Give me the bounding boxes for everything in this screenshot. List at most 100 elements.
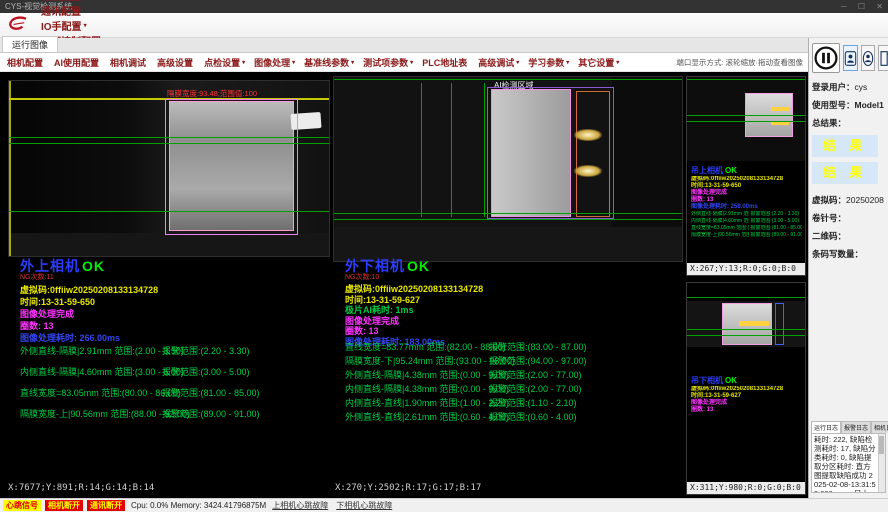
menu-item[interactable]: IO手配置▾ [41, 18, 106, 33]
window-controls: ─ ☐ ✕ [832, 0, 883, 13]
baseline-green-2 [687, 121, 805, 122]
measure-text: 内侧直线-隔膜|4.60mm 范围:(3.00 - 6.00) [691, 218, 749, 225]
chevron-down-icon: ▾ [410, 59, 413, 66]
scrollbar-thumb[interactable] [879, 436, 884, 454]
toolbar-button[interactable]: 图像处理▾ [254, 56, 295, 69]
field-row: 条码写数量： [812, 248, 885, 260]
measurement-rows-mini: 外侧直线-隔膜|2.91mm 范围:(2.00 - 3.50) 报警范围:(2.… [691, 211, 803, 239]
user-fields: 登录用户：cys 使用型号：Model1 总结果： [809, 76, 888, 129]
field-label: 虚拟码： [812, 195, 846, 205]
field-value: cys [855, 82, 868, 92]
fault-links: 上相机心跳故障下相机心跳故障 [272, 500, 392, 511]
camera-view-outer-lower[interactable]: AI检测区域 [333, 76, 683, 262]
toolbar-button[interactable]: 高级设置 [157, 56, 195, 69]
field-row: 使用型号：Model1 [812, 99, 885, 111]
status-badges: 心跳信号相机断开通讯断开 [3, 500, 125, 511]
camera-panel-hang-lower: 吊下相机OK 虚拟码:0ffiiw20250208133134728时间:13-… [686, 282, 806, 495]
measure-text: 外侧直线-隔膜|4.38mm 范围:(0.00 - 9.00) [345, 368, 509, 381]
status-ok: OK [725, 376, 737, 385]
field-row: 二维码： [812, 230, 885, 242]
toolbar-button-label: 测试项参数 [363, 56, 408, 69]
fault-link[interactable]: 下相机心跳故障 [336, 500, 392, 511]
operator-button[interactable] [861, 45, 875, 71]
pixel-coords-hang-lower: X:311;Y:980;R:0;G:0;B:0 [687, 482, 805, 494]
menu-item[interactable]: 通讯配置 [41, 3, 106, 18]
login-user-button[interactable] [843, 45, 858, 71]
field-label: 条码写数量： [812, 249, 863, 259]
toolbar-button-label: PLC地址表 [422, 56, 467, 69]
chevron-down-icon: ▾ [292, 59, 295, 66]
camera-name: 吊下相机 [691, 376, 723, 385]
toolbar-button[interactable]: 其它设置▾ [578, 56, 619, 69]
alarm-range-text: 报警范围:(2.00 - 77.00) [489, 382, 582, 395]
alarm-range-text: 报警范围:(2.00 - 77.00) [489, 368, 582, 381]
log-tab[interactable]: 相机日志 [871, 421, 888, 433]
status-badge: 相机断开 [45, 500, 83, 511]
status-ok: OK [407, 258, 430, 274]
maximize-icon[interactable]: ☐ [858, 2, 865, 11]
info-line: 时间:13-31-59-650 [691, 183, 803, 190]
status-ok: OK [725, 166, 737, 175]
alarm-range-text: 报警范围:(89.00 - 91.00) [162, 407, 260, 420]
toolbar-button[interactable]: 基准线参数▾ [304, 56, 354, 69]
close-icon[interactable]: ✕ [876, 2, 883, 11]
result-badge: 结 果 [812, 162, 878, 184]
alarm-range-text: 报警范围:(2.20 - 3.30) [750, 211, 802, 218]
info-line: 图像处理完成 [345, 316, 483, 327]
app-window: CYS-视觉检测系统 ─ ☐ ✕ 系统配置 相机配置 通讯配置 IO手配置▾ 光 [0, 0, 888, 522]
minimize-icon[interactable]: ─ [841, 2, 847, 11]
log-tab[interactable]: 报警日志 [841, 421, 871, 433]
fault-link[interactable]: 上相机心跳故障 [272, 500, 328, 511]
toolbar-button[interactable]: AI使用配置 [54, 56, 101, 69]
log-tab[interactable]: 运行日志 [811, 421, 841, 433]
user-card-icon [844, 49, 857, 68]
window-title: CYS-视觉检测系统 [5, 0, 832, 13]
toolbar-button[interactable]: 点检设置▾ [204, 56, 245, 69]
info-line: 虚拟码:0ffiiw20250208133134728 [691, 176, 803, 183]
baseline-vertical-1 [421, 83, 422, 217]
tab-run-image[interactable]: 运行图像 [2, 36, 58, 52]
toolbar-button[interactable]: 相机调试 [110, 56, 148, 69]
camera-view-hang-upper[interactable] [687, 77, 805, 161]
cpu-memory-readout: Cpu: 0.0% Memory: 3424.41796875M [131, 501, 266, 510]
pixel-coords-left: X:7677;Y:891;R:14;G:14;B:14 [8, 483, 154, 493]
field-label: 使用型号： [812, 100, 855, 110]
field-row: 总结果： [812, 117, 885, 129]
toolbar-button[interactable]: PLC地址表 [422, 56, 469, 69]
baseline-vertical-3 [484, 83, 485, 217]
field-row: 虚拟码：20250208 [812, 194, 885, 206]
info-line: 圈数: 13 [691, 197, 803, 204]
log-tabs: 运行日志 报警日志 相机日志 [811, 421, 886, 433]
alarm-range-text: 报警范围:(0.60 - 4.00) [489, 410, 577, 423]
camera-view-outer-upper[interactable]: 隔膜宽度:93.48;范围值:100 [8, 80, 330, 257]
ng-count-label: NG次数:10 [345, 272, 379, 282]
toolbar-button[interactable]: 相机配置 [7, 56, 45, 69]
measure-text: 直线宽度=83.77mm 范围:(82.00 - 88.00) [345, 340, 506, 353]
top-green-line [687, 297, 805, 298]
chevron-down-icon: ▾ [84, 22, 87, 29]
alarm-range-text: 报警范围:(81.00 - 85.00) [162, 386, 260, 399]
toolbar-button[interactable]: 学习参数▾ [528, 56, 569, 69]
pause-button[interactable] [812, 43, 840, 73]
toolbar-button[interactable]: 高级调试▾ [478, 56, 519, 69]
pixel-coords-hang-upper: X:267;Y:13;R:0;G:0;B:0 [687, 263, 805, 275]
toolbar-button-label: AI使用配置 [54, 56, 99, 69]
measure-text: 内侧直线-隔膜|4.60mm 范围:(3.00 - 6.00) [20, 365, 184, 378]
status-badge: 通讯断开 [87, 500, 125, 511]
camera-view-hang-lower[interactable] [687, 301, 805, 347]
top-green-line [687, 79, 805, 80]
info-line: 虚拟码:0ffiiw20250208133134728 [20, 284, 158, 296]
info-line: 图像处理耗时: 258.00ms [691, 204, 803, 211]
toolbar-button[interactable]: 测试项参数▾ [363, 56, 413, 69]
log-text: 耗时: 222, 缺陷检测耗时: 17, 缺陷分类耗时: 0, 缺陷提取分区耗时… [814, 435, 876, 493]
log-scrollbar[interactable] [878, 434, 885, 492]
info-line: 虚拟码:0ffiiw20250208133134728 [691, 386, 803, 393]
measure-text: 外侧直线-直线|2.61mm 范围:(0.60 - 4.00) [345, 410, 509, 423]
log-text-box: 耗时: 222, 缺陷检测耗时: 17, 缺陷分类耗时: 0, 缺陷提取分区耗时… [811, 433, 886, 493]
camera-panel-hang-upper: 吊上相机OK 虚拟码:0ffiiw20250208133134728时间:13-… [686, 76, 806, 276]
control-sidebar: 登录用户：cys 使用型号：Model1 总结果： 结 果 结 果 虚拟码：20… [808, 38, 888, 498]
exit-button[interactable] [878, 45, 888, 71]
chevron-down-icon: ▾ [516, 59, 519, 66]
measurement-row: 内侧直线-隔膜|4.60mm 范围:(3.00 - 6.00) 报警范围:(3.… [691, 218, 803, 225]
defect-highlight [739, 321, 769, 326]
